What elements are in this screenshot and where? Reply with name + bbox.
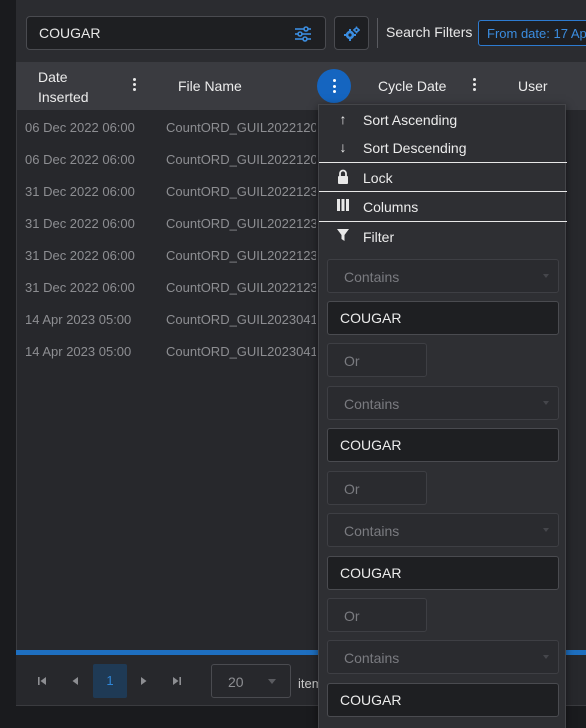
- cell-file: CountORD_GUIL20230413: [166, 312, 316, 327]
- menu-divider: [319, 221, 567, 222]
- filter-value: COUGAR: [340, 437, 402, 453]
- menu-item-label: Filter: [363, 229, 395, 245]
- last-page-icon[interactable]: [167, 671, 187, 691]
- filter-value-input[interactable]: COUGAR: [327, 428, 559, 462]
- filter-operator-select[interactable]: Contains: [327, 513, 559, 547]
- menu-item-sort-descending[interactable]: ↓ Sort Descending: [319, 134, 567, 162]
- search-value: COUGAR: [39, 25, 101, 41]
- operator-label: Contains: [344, 650, 400, 666]
- chevron-down-icon: [543, 528, 549, 532]
- cell-date: 31 Dec 2022 06:00: [25, 248, 135, 263]
- cell-date: 31 Dec 2022 06:00: [25, 216, 135, 231]
- cell-date: 31 Dec 2022 06:00: [25, 184, 135, 199]
- filter-logic-select[interactable]: Or: [327, 471, 427, 505]
- cell-date: 31 Dec 2022 06:00: [25, 280, 135, 295]
- lock-icon: [335, 169, 351, 187]
- table-row[interactable]: 31 Dec 2022 06:00 CountORD_GUIL20221230: [16, 206, 318, 238]
- date-filter-chip[interactable]: From date: 17 Ap: [478, 20, 586, 46]
- menu-item-lock[interactable]: Lock: [319, 164, 567, 192]
- cell-file: CountORD_GUIL20221230: [166, 248, 316, 263]
- operator-label: Contains: [344, 269, 400, 285]
- menu-item-label: Columns: [363, 199, 419, 215]
- column-menu: ↑ Sort Ascending ↓ Sort Descending Lock …: [318, 104, 567, 728]
- kebab-icon: [332, 79, 336, 93]
- table-row[interactable]: 31 Dec 2022 06:00 CountORD_GUIL20221230: [16, 270, 318, 302]
- filter-operator-select[interactable]: Contains: [327, 259, 559, 293]
- table-row[interactable]: 06 Dec 2022 06:00 CountORD_GUIL20221205: [16, 110, 318, 142]
- columns-icon: [335, 198, 351, 216]
- header-label: Date: [38, 69, 68, 85]
- column-header-date-inserted[interactable]: Date Inserted: [38, 67, 89, 107]
- filter-value-input[interactable]: COUGAR: [327, 683, 559, 717]
- search-filters-label: Search Filters: [386, 24, 473, 40]
- sliders-icon[interactable]: [293, 24, 313, 44]
- cell-date: 06 Dec 2022 06:00: [25, 120, 135, 135]
- page-size-select[interactable]: 20: [211, 664, 291, 698]
- menu-item-label: Sort Descending: [363, 140, 467, 156]
- cell-file: CountORD_GUIL20221205: [166, 120, 316, 135]
- filter-logic-select[interactable]: Or: [327, 343, 427, 377]
- menu-divider: [319, 162, 567, 163]
- operator-label: Contains: [344, 523, 400, 539]
- table-row[interactable]: 31 Dec 2022 06:00 CountORD_GUIL20221230: [16, 238, 318, 270]
- menu-item-sort-ascending[interactable]: ↑ Sort Ascending: [319, 106, 567, 134]
- column-header-cycle-date[interactable]: Cycle Date: [378, 76, 446, 96]
- prev-page-icon[interactable]: [65, 671, 85, 691]
- cell-file: CountORD_GUIL20221230: [166, 216, 316, 231]
- chevron-down-icon: [268, 679, 276, 684]
- logic-label: Or: [344, 481, 360, 497]
- grid-body: 06 Dec 2022 06:00 CountORD_GUIL20221205 0…: [16, 110, 318, 366]
- menu-item-label: Sort Ascending: [363, 112, 458, 128]
- search-input[interactable]: COUGAR: [26, 16, 326, 50]
- table-row[interactable]: 31 Dec 2022 06:00 CountORD_GUIL20221230: [16, 174, 318, 206]
- menu-item-filter[interactable]: Filter: [319, 223, 567, 251]
- arrow-up-icon: ↑: [339, 111, 347, 127]
- filter-operator-select[interactable]: Contains: [327, 386, 559, 420]
- logic-label: Or: [344, 353, 360, 369]
- cell-date: 14 Apr 2023 05:00: [25, 344, 132, 359]
- filter-logic-select[interactable]: Or: [327, 598, 427, 632]
- page-number-current[interactable]: 1: [93, 664, 127, 698]
- table-row[interactable]: 14 Apr 2023 05:00 CountORD_GUIL20230413: [16, 334, 318, 366]
- column-menu-icon[interactable]: [126, 76, 142, 96]
- menu-item-label: Lock: [363, 170, 393, 186]
- filter-value: COUGAR: [340, 310, 402, 326]
- table-row[interactable]: 14 Apr 2023 05:00 CountORD_GUIL20230413: [16, 302, 318, 334]
- menu-divider: [319, 191, 567, 192]
- gears-icon: [344, 26, 360, 41]
- filter-value-input[interactable]: COUGAR: [327, 556, 559, 590]
- cell-file: CountORD_GUIL20230413: [166, 344, 316, 359]
- menu-item-columns[interactable]: Columns: [319, 193, 567, 221]
- column-header-file-name[interactable]: File Name: [178, 76, 242, 96]
- column-menu-icon[interactable]: [466, 76, 482, 96]
- column-header-user[interactable]: User: [518, 76, 548, 96]
- chevron-down-icon: [543, 655, 549, 659]
- cell-date: 14 Apr 2023 05:00: [25, 312, 132, 327]
- logic-label: Or: [344, 608, 360, 624]
- settings-button[interactable]: [334, 16, 369, 50]
- filter-value: COUGAR: [340, 565, 402, 581]
- cell-date: 06 Dec 2022 06:00: [25, 152, 135, 167]
- toolbar-divider: [377, 18, 378, 48]
- cell-file: CountORD_GUIL20221205: [166, 152, 316, 167]
- filter-value: COUGAR: [340, 692, 402, 708]
- column-menu-button-active[interactable]: [317, 69, 351, 103]
- first-page-icon[interactable]: [32, 671, 52, 691]
- filter-value-input[interactable]: COUGAR: [327, 301, 559, 335]
- table-row[interactable]: 06 Dec 2022 06:00 CountORD_GUIL20221205: [16, 142, 318, 174]
- page-size-value: 20: [228, 674, 244, 690]
- chevron-down-icon: [543, 274, 549, 278]
- arrow-down-icon: ↓: [339, 139, 347, 155]
- filter-icon: [335, 228, 351, 246]
- cell-file: CountORD_GUIL20221230: [166, 280, 316, 295]
- next-page-icon[interactable]: [134, 671, 154, 691]
- header-label: Inserted: [38, 89, 89, 105]
- grid-header: Date Inserted File Name Cycle Date User: [16, 62, 586, 110]
- cell-file: CountORD_GUIL20221230: [166, 184, 316, 199]
- chevron-down-icon: [543, 401, 549, 405]
- operator-label: Contains: [344, 396, 400, 412]
- filter-operator-select[interactable]: Contains: [327, 640, 559, 674]
